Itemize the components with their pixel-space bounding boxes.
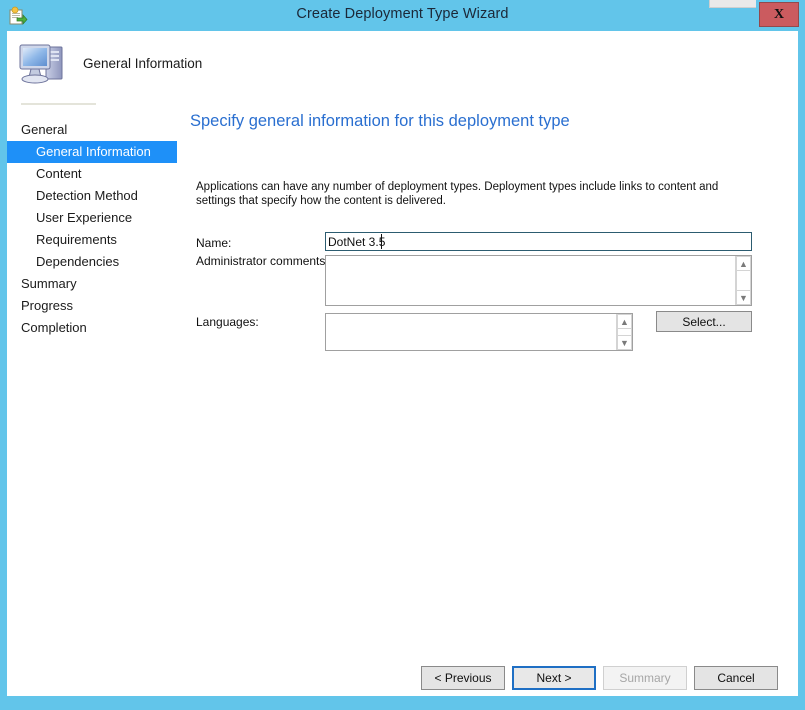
comments-scrollbar[interactable]: ▲ ▼ — [735, 256, 751, 305]
chevron-down-icon[interactable]: ▼ — [736, 290, 751, 305]
select-languages-button[interactable]: Select... — [656, 311, 752, 332]
wizard-window: Create Deployment Type Wizard X General … — [0, 0, 805, 710]
sidebar-item-completion[interactable]: Completion — [21, 317, 87, 339]
summary-button: Summary — [603, 666, 687, 690]
sidebar-item-detection-method[interactable]: Detection Method — [36, 185, 138, 207]
page-description: Applications can have any number of depl… — [196, 181, 719, 207]
languages-label: Languages: — [196, 315, 259, 329]
sidebar-item-user-experience[interactable]: User Experience — [36, 207, 132, 229]
sidebar-item-general-information[interactable]: General Information — [7, 141, 177, 163]
previous-button[interactable]: < Previous — [421, 666, 505, 690]
computer-monitor-icon — [16, 35, 72, 91]
administrator-comments-input[interactable]: ▲ ▼ — [325, 255, 752, 306]
name-input[interactable] — [325, 232, 752, 251]
sidebar-item-general[interactable]: General — [21, 119, 67, 141]
sidebar-divider — [21, 103, 96, 105]
name-label: Name: — [196, 236, 232, 250]
administrator-comments-label: Administrator comments: — [196, 254, 329, 268]
next-button[interactable]: Next > — [512, 666, 596, 690]
chevron-down-icon[interactable]: ▼ — [617, 335, 632, 350]
chevron-up-icon[interactable]: ▲ — [617, 314, 632, 329]
sidebar-item-progress[interactable]: Progress — [21, 295, 73, 317]
cancel-button[interactable]: Cancel — [694, 666, 778, 690]
titlebar-artifact — [709, 0, 756, 8]
sidebar-item-summary[interactable]: Summary — [21, 273, 77, 295]
page-header: General Information — [7, 31, 798, 96]
titlebar: Create Deployment Type Wizard X — [0, 0, 805, 31]
sidebar-item-dependencies[interactable]: Dependencies — [36, 251, 119, 273]
sidebar-item-content[interactable]: Content — [36, 163, 82, 185]
close-button[interactable]: X — [759, 2, 799, 27]
sidebar-item-requirements[interactable]: Requirements — [36, 229, 117, 251]
window-title: Create Deployment Type Wizard — [296, 6, 509, 22]
scroll-track[interactable] — [736, 271, 751, 290]
text-caret — [381, 234, 382, 249]
wizard-step-nav: General General Information Content Dete… — [7, 103, 177, 343]
page-heading: Specify general information for this dep… — [190, 112, 570, 130]
languages-scrollbar[interactable]: ▲ ▼ — [616, 314, 632, 350]
languages-input[interactable]: ▲ ▼ — [325, 313, 633, 351]
chevron-up-icon[interactable]: ▲ — [736, 256, 751, 271]
header-title: General Information — [83, 56, 203, 71]
